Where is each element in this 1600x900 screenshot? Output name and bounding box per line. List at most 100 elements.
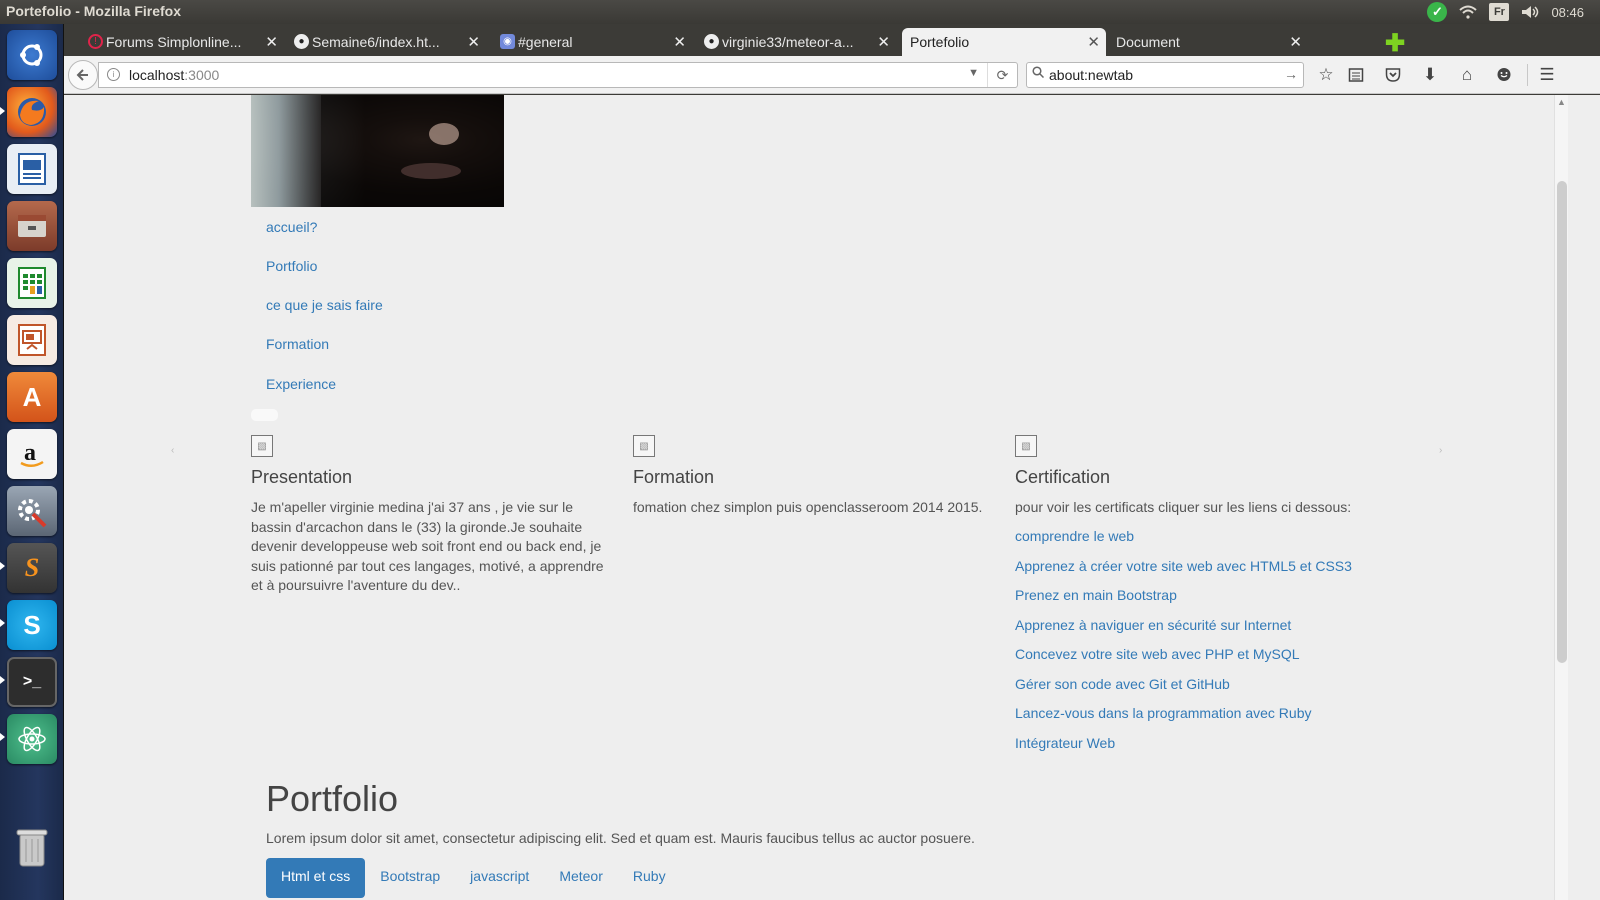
toolbar-separator <box>1527 64 1528 86</box>
tab-portefolio[interactable]: Portefolio ✕ <box>902 28 1106 56</box>
certification-column: ▧ Certification pour voir les certificat… <box>1015 435 1395 753</box>
certificate-link[interactable]: Gérer son code avec Git et GitHub <box>1015 675 1395 695</box>
nav-link-experience[interactable]: Experience <box>266 376 336 392</box>
url-bar[interactable]: i localhost:3000 ▼ ⟳ <box>98 62 1018 88</box>
nav-bar: i localhost:3000 ▼ ⟳ about:newtab → ☆ ⬇ … <box>64 56 1600 94</box>
scroll-thumb[interactable] <box>1557 181 1567 663</box>
certification-title: Certification <box>1015 467 1111 487</box>
certificate-link[interactable]: Concevez votre site web avec PHP et MySQ… <box>1015 645 1395 665</box>
portfolio-lead: Lorem ipsum dolor sit amet, consectetur … <box>266 830 975 846</box>
certificate-link[interactable]: Prenez en main Bootstrap <box>1015 586 1395 606</box>
home-icon[interactable]: ⌂ <box>1456 64 1478 86</box>
writer-icon[interactable] <box>7 144 57 194</box>
pill-meteor[interactable]: Meteor <box>544 858 618 898</box>
new-tab-button[interactable]: ✚ <box>1385 29 1405 58</box>
broken-image-icon: ▧ <box>633 435 655 457</box>
back-button[interactable] <box>68 60 98 90</box>
wifi-icon[interactable] <box>1459 5 1478 19</box>
impress-icon[interactable] <box>7 315 57 365</box>
ubuntu-dash-icon[interactable] <box>7 30 57 80</box>
firefox-icon[interactable] <box>7 87 57 137</box>
amazon-icon[interactable]: a <box>7 429 57 479</box>
reload-button[interactable]: ⟳ <box>987 63 1017 87</box>
close-icon[interactable]: ✕ <box>673 33 686 51</box>
pill-bootstrap[interactable]: Bootstrap <box>365 858 455 898</box>
running-indicator <box>0 733 5 741</box>
settings-icon[interactable] <box>7 486 57 536</box>
certificate-link[interactable]: Lancez-vous dans la programmation avec R… <box>1015 704 1395 724</box>
downloads-icon[interactable]: ⬇ <box>1419 64 1441 86</box>
keyboard-layout-indicator[interactable]: Fr <box>1489 3 1510 21</box>
bookmark-star-icon[interactable]: ☆ <box>1315 64 1337 86</box>
tab-general[interactable]: ◉ #general ✕ <box>496 28 692 56</box>
site-info-icon[interactable]: i <box>107 68 120 81</box>
formation-title: Formation <box>633 467 715 487</box>
tab-label: virginie33/meteor-a... <box>722 34 854 50</box>
formation-text: fomation chez simplon puis openclasseroo… <box>633 499 983 515</box>
search-input[interactable]: about:newtab <box>1049 67 1133 83</box>
discord-icon: ◉ <box>500 34 515 49</box>
github-icon: ● <box>294 34 309 49</box>
calc-icon[interactable] <box>7 258 57 308</box>
presentation-column: ▧ Presentation Je m'apeller virginie med… <box>251 435 606 596</box>
certificate-link[interactable]: Intégrateur Web <box>1015 734 1395 754</box>
pill-javascript[interactable]: javascript <box>455 858 544 898</box>
running-indicator <box>0 107 5 115</box>
atom-icon[interactable] <box>7 714 57 764</box>
hello-chat-icon[interactable] <box>1493 64 1515 86</box>
running-indicator <box>0 619 5 627</box>
tab-document[interactable]: Document ✕ <box>1108 28 1308 56</box>
tab-label: Portefolio <box>910 34 970 50</box>
scroll-up-icon[interactable]: ▲ <box>1557 97 1566 107</box>
software-center-icon[interactable]: A <box>7 372 57 422</box>
portfolio-filter-pills: Html et css Bootstrap javascript Meteor … <box>266 858 681 898</box>
search-bar[interactable]: about:newtab → <box>1026 62 1304 88</box>
nav-link-formation[interactable]: Formation <box>266 336 329 352</box>
tab-semaine6[interactable]: ● Semaine6/index.ht... ✕ <box>290 28 486 56</box>
files-icon[interactable] <box>7 201 57 251</box>
navbar-toggle-button[interactable] <box>251 409 278 421</box>
reading-list-icon[interactable] <box>1345 64 1367 86</box>
url-text[interactable]: localhost:3000 <box>129 67 219 83</box>
carousel-next-icon[interactable]: › <box>1439 445 1442 456</box>
close-icon[interactable]: ✕ <box>467 33 480 51</box>
broken-image-icon: ▧ <box>251 435 273 457</box>
hamburger-menu-icon[interactable]: ☰ <box>1536 64 1558 86</box>
tab-label: Document <box>1116 34 1180 50</box>
trash-icon[interactable] <box>7 822 57 872</box>
pill-ruby[interactable]: Ruby <box>618 858 681 898</box>
nav-link-accueil[interactable]: accueil? <box>266 219 317 235</box>
close-icon[interactable]: ✕ <box>1087 33 1100 51</box>
certificate-link[interactable]: Apprenez à créer votre site web avec HTM… <box>1015 557 1395 577</box>
terminal-icon[interactable]: >_ <box>7 657 57 707</box>
page-scrollbar[interactable]: ▲ <box>1554 95 1568 900</box>
github-icon: ● <box>704 34 719 49</box>
sync-ok-icon[interactable]: ✓ <box>1427 2 1448 22</box>
formation-column: ▧ Formation fomation chez simplon puis o… <box>633 435 988 518</box>
certification-text: pour voir les certificats cliquer sur le… <box>1015 499 1352 515</box>
nav-link-competences[interactable]: ce que je sais faire <box>266 297 383 313</box>
pocket-icon[interactable] <box>1382 64 1404 86</box>
svg-text:a: a <box>24 440 36 466</box>
close-icon[interactable]: ✕ <box>1289 33 1302 51</box>
tab-forums-simplonline[interactable]: ! Forums Simplonline... ✕ <box>84 28 284 56</box>
nav-link-portfolio[interactable]: Portfolio <box>266 258 317 274</box>
pill-html-css[interactable]: Html et css <box>266 858 366 898</box>
history-dropdown-icon[interactable]: ▼ <box>968 67 979 79</box>
carousel-prev-icon[interactable]: ‹ <box>171 445 174 456</box>
system-tray: ✓ Fr 08:46 <box>1427 0 1600 24</box>
clock[interactable]: 08:46 <box>1551 5 1584 20</box>
search-go-icon[interactable]: → <box>1284 66 1298 82</box>
skype-icon[interactable]: S <box>7 600 57 650</box>
running-indicator <box>0 676 5 684</box>
tab-meteor-repo[interactable]: ● virginie33/meteor-a... ✕ <box>700 28 896 56</box>
presentation-text: Je m'apeller virginie medina j'ai 37 ans… <box>251 499 604 594</box>
certificate-link[interactable]: Apprenez à naviguer en sécurité sur Inte… <box>1015 616 1395 636</box>
close-icon[interactable]: ✕ <box>877 33 890 51</box>
close-icon[interactable]: ✕ <box>265 33 278 51</box>
window-title: Portefolio - Mozilla Firefox <box>6 3 182 19</box>
tab-label: Forums Simplonline... <box>106 34 242 50</box>
certificate-link[interactable]: comprendre le web <box>1015 527 1395 547</box>
sublime-text-icon[interactable]: S <box>7 543 57 593</box>
volume-icon[interactable] <box>1521 5 1539 19</box>
